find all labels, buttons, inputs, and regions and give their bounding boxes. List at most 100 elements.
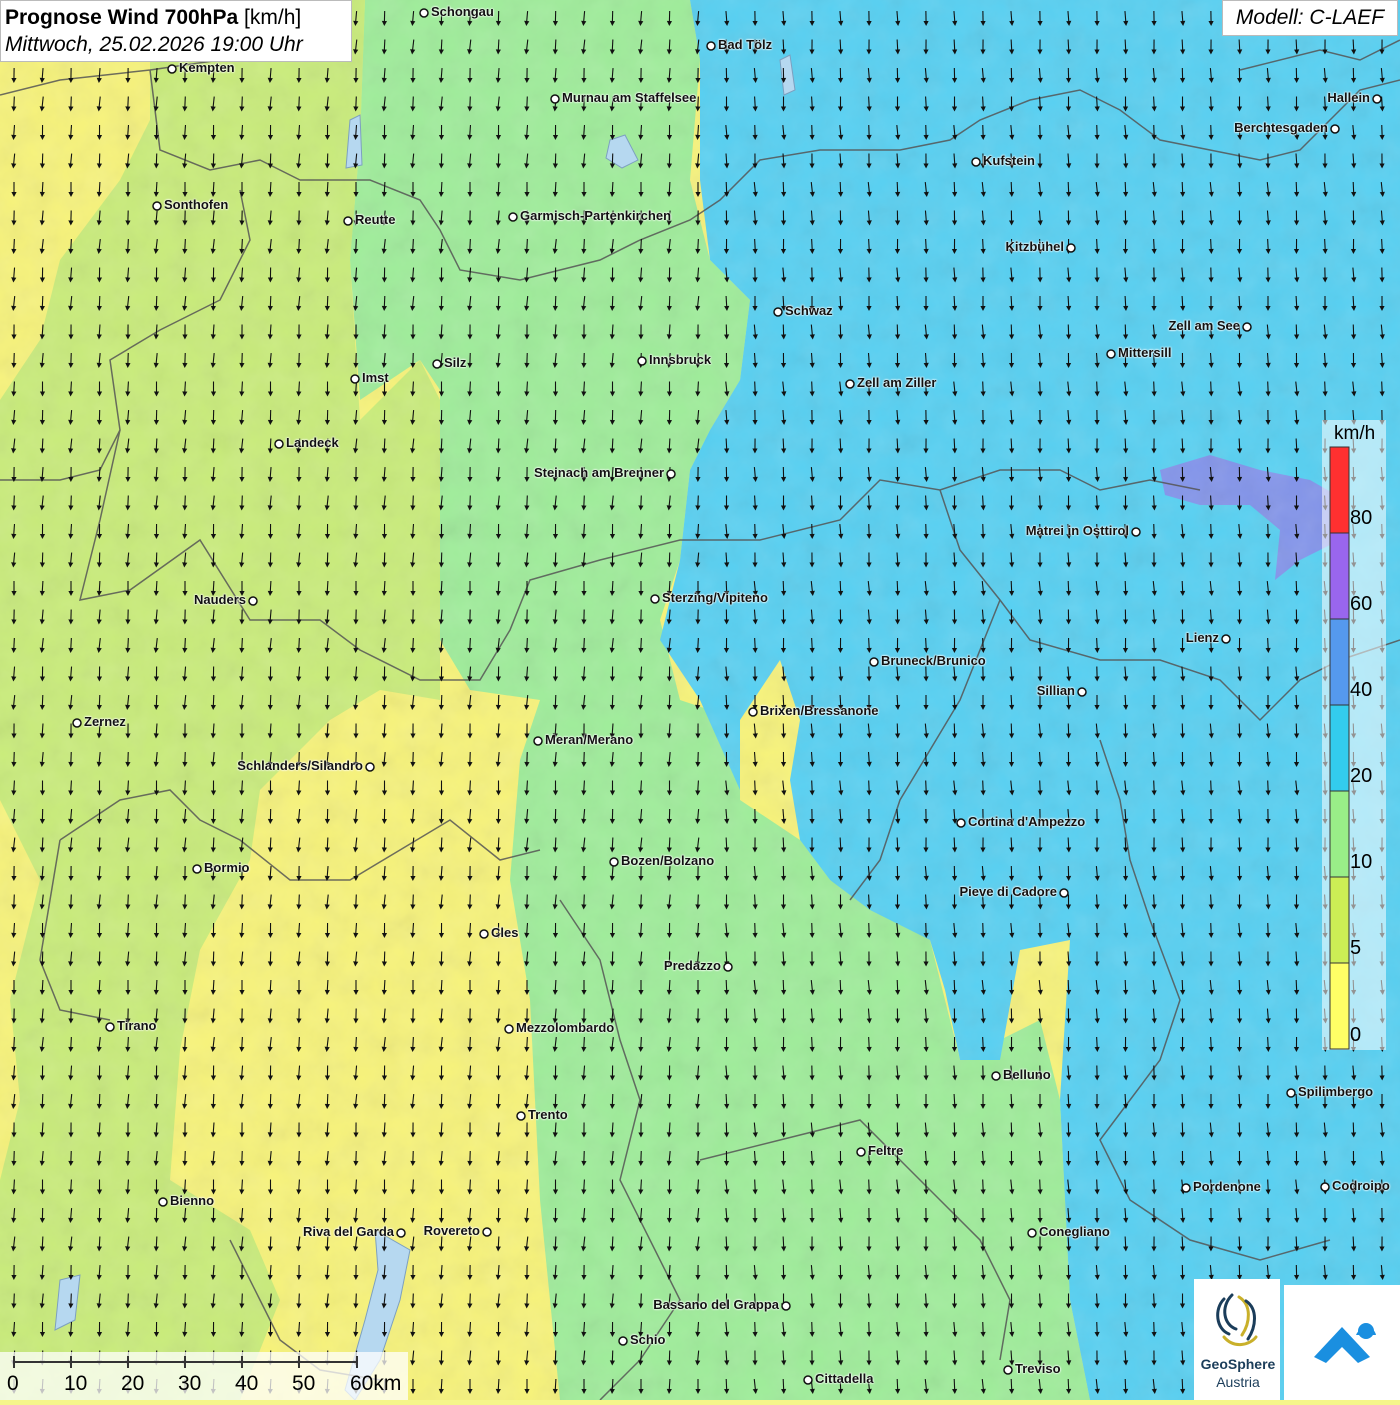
city-label: Trento — [528, 1107, 568, 1122]
city-label: Conegliano — [1039, 1224, 1110, 1239]
city-marker — [749, 708, 757, 716]
city-marker — [1321, 1183, 1329, 1191]
city-marker — [774, 308, 782, 316]
legend-swatch — [1330, 619, 1349, 705]
city-marker — [870, 658, 878, 666]
city-marker — [957, 819, 965, 827]
city-label: Reutte — [355, 212, 395, 227]
title-box: Prognose Wind 700hPa [km/h] Mittwoch, 25… — [0, 0, 352, 62]
city-marker — [610, 858, 618, 866]
city-marker — [972, 158, 980, 166]
city-label: Rovereto — [424, 1223, 480, 1238]
city-marker — [275, 440, 283, 448]
city-label: Spilimbergo — [1298, 1084, 1373, 1099]
city-label: Matrei in Osttirol — [1026, 523, 1129, 538]
geosphere-swirl-icon — [1194, 1279, 1280, 1359]
city-marker — [1373, 95, 1381, 103]
city-label: Sonthofen — [164, 197, 228, 212]
city-marker — [1287, 1089, 1295, 1097]
city-marker — [509, 213, 517, 221]
scale-label: 30 — [178, 1372, 201, 1396]
city-label: Innsbruck — [649, 352, 711, 367]
city-marker — [159, 1198, 167, 1206]
city-marker — [667, 470, 675, 478]
scale-label: 0 — [7, 1372, 19, 1396]
city-marker — [724, 963, 732, 971]
city-label: Schongau — [431, 4, 494, 19]
city-marker — [804, 1376, 812, 1384]
city-label: Lienz — [1186, 630, 1219, 645]
city-marker — [505, 1025, 513, 1033]
city-label: Cles — [491, 925, 518, 940]
title-unit: [km/h] — [244, 6, 301, 29]
city-label: Imst — [362, 370, 389, 385]
city-label: Bad Tölz — [718, 37, 772, 52]
city-label: Belluno — [1003, 1067, 1051, 1082]
app-logo[interactable] — [1284, 1285, 1400, 1400]
city-marker — [619, 1337, 627, 1345]
scale-label: 20 — [121, 1372, 144, 1396]
legend-unit: km/h — [1334, 423, 1375, 445]
city-label: Schwaz — [785, 303, 833, 318]
legend-tick-label: 40 — [1350, 679, 1372, 702]
city-label: Kufstein — [983, 153, 1035, 168]
legend-colorbar — [1329, 446, 1351, 1050]
legend-swatch — [1330, 705, 1349, 791]
city-label: Sillian — [1037, 683, 1075, 698]
scale-label: 60km — [350, 1372, 401, 1396]
city-marker — [1222, 635, 1230, 643]
city-marker — [1004, 1366, 1012, 1374]
city-label: Silz — [444, 355, 466, 370]
city-label: Mezzolombardo — [516, 1020, 614, 1035]
city-label: Bruneck/Brunico — [881, 653, 986, 668]
city-marker — [483, 1228, 491, 1236]
city-marker — [344, 217, 352, 225]
city-marker — [193, 865, 201, 873]
city-label: Nauders — [194, 592, 246, 607]
city-marker — [1078, 688, 1086, 696]
city-marker — [1243, 323, 1251, 331]
city-label: Schlanders/Silandro — [237, 758, 363, 773]
legend-tick-label: 10 — [1350, 851, 1372, 874]
scale-bar-line — [0, 1352, 408, 1400]
city-label: Murnau am Staffelsee — [562, 90, 696, 105]
city-marker — [638, 357, 646, 365]
city-marker — [782, 1302, 790, 1310]
legend-swatch — [1330, 877, 1349, 963]
city-label: Cortina d'Ampezzo — [968, 814, 1085, 829]
city-marker — [992, 1072, 1000, 1080]
city-label: Pordenone — [1193, 1179, 1261, 1194]
city-marker — [153, 202, 161, 210]
city-label: Schio — [630, 1332, 665, 1347]
city-marker — [1132, 528, 1140, 536]
city-label: Zell am See — [1168, 318, 1240, 333]
city-label: Riva del Garda — [303, 1224, 394, 1239]
forecast-datetime: Mittwoch, 25.02.2026 19:00 Uhr — [5, 31, 351, 59]
geosphere-logo-name: GeoSphere — [1196, 1356, 1280, 1372]
city-marker — [534, 737, 542, 745]
city-marker — [249, 597, 257, 605]
city-label: Feltre — [868, 1143, 903, 1158]
city-label: Bozen/Bolzano — [621, 853, 714, 868]
scale-label: 50 — [292, 1372, 315, 1396]
legend-tick-label: 20 — [1350, 765, 1372, 788]
city-label: Steinach am Brenner — [534, 465, 664, 480]
city-marker — [480, 930, 488, 938]
city-marker — [1060, 889, 1068, 897]
geosphere-logo-sub: Austria — [1196, 1374, 1280, 1390]
city-label: Pieve di Cadore — [959, 884, 1057, 899]
legend-tick-label: 5 — [1350, 937, 1361, 960]
city-marker — [1182, 1184, 1190, 1192]
city-label: Bienno — [170, 1193, 214, 1208]
city-label: Berchtesgaden — [1234, 120, 1328, 135]
legend-swatch — [1330, 447, 1349, 533]
legend-swatch — [1330, 533, 1349, 619]
title-bold: Prognose Wind 700hPa — [5, 6, 238, 29]
scale-label: 10 — [64, 1372, 87, 1396]
city-marker — [517, 1112, 525, 1120]
city-label: Zell am Ziller — [857, 375, 936, 390]
city-label: Sterzing/Vipiteno — [662, 590, 768, 605]
city-marker — [366, 763, 374, 771]
city-marker — [433, 360, 441, 368]
legend-tick-label: 0 — [1350, 1024, 1361, 1047]
